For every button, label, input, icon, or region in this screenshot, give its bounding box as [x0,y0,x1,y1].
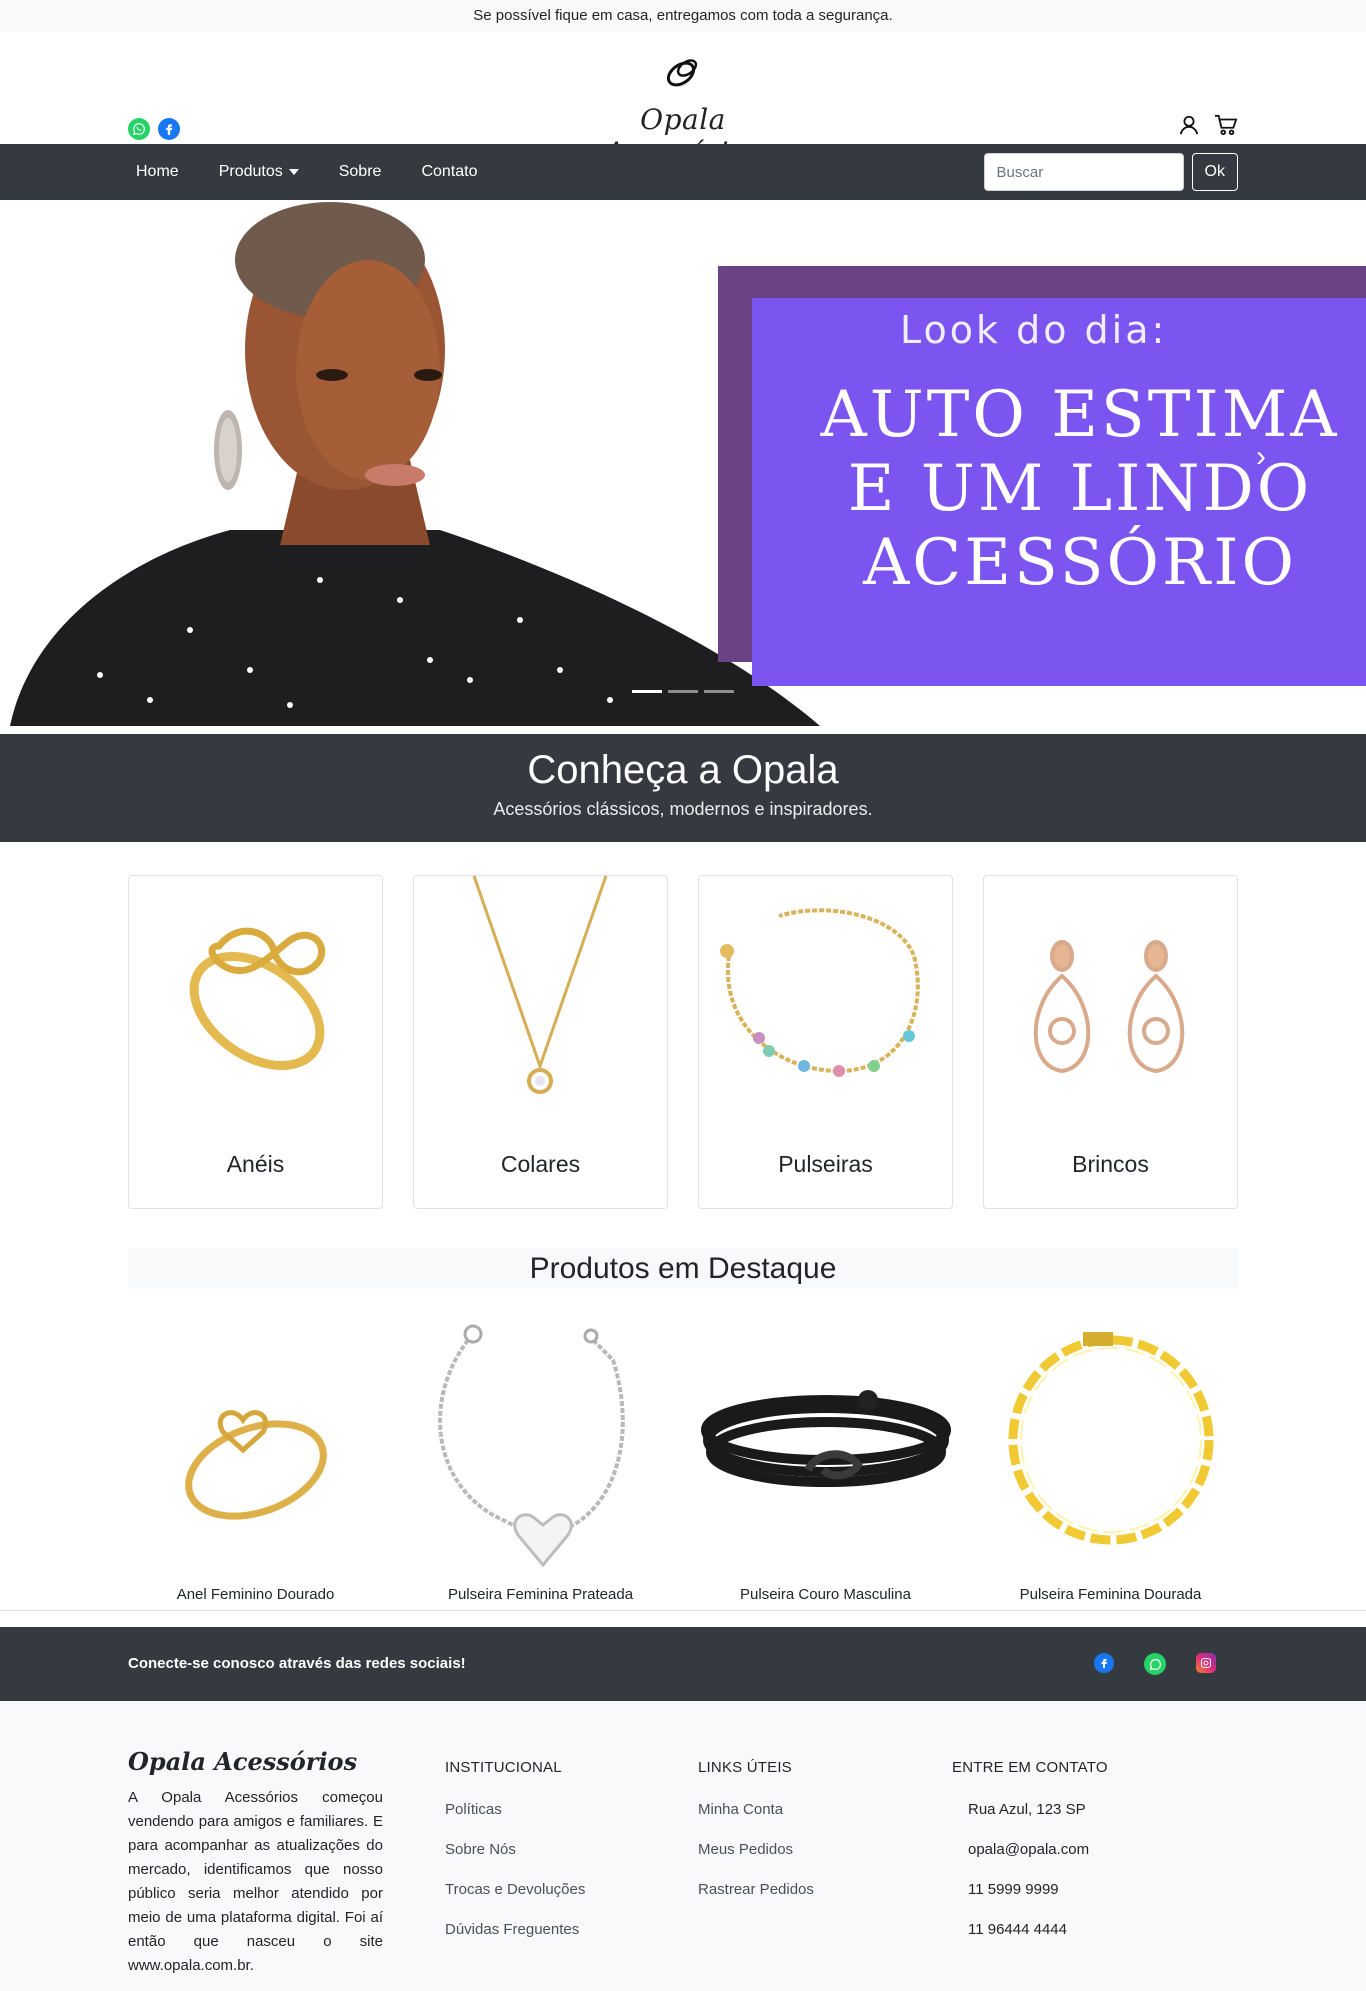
gold-ring-image [185,1410,327,1520]
promo-headline-line: AUTO ESTIMA [820,378,1340,452]
search-button[interactable]: Ok [1191,153,1238,191]
search-input[interactable] [983,153,1184,191]
announcement-text: Se possível fique em casa, entregamos co… [473,7,893,24]
category-label: Colares [500,1151,581,1177]
cart-icon[interactable] [1214,114,1238,141]
footer-brand: Opala Acessórios A Opala Acessórios come… [128,1747,383,1978]
featured-title: Produtos em Destaque [128,1249,1238,1289]
earrings-product-image [1033,940,1185,1074]
silver-bracelet-image [438,1324,625,1568]
product-name: Anel Feminino Dourado [176,1586,335,1603]
category-label: Pulseiras [778,1151,873,1177]
footer-brand-name: Opala Acessórios [128,1747,358,1776]
footer-col-institucional: INSTITUCIONAL Políticas Sobre Nós Trocas… [445,1759,585,1950]
category-section: Anéis Colares Pulseiras Brincos [0,842,1366,1246]
carousel-indicator[interactable] [668,690,698,693]
user-icon[interactable] [1178,114,1200,141]
footer-link[interactable]: Meus Pedidos [698,1830,814,1870]
footer-col-title: INSTITUCIONAL [445,1759,562,1776]
facebook-icon[interactable] [1094,1653,1114,1673]
site-header: Opala Acessórios [0,32,1366,169]
facebook-icon[interactable] [158,118,180,140]
promo-headline: AUTO ESTIMA E UM LINDO ACESSÓRIO [800,378,1360,600]
promo-headline-line: E UM LINDO [847,452,1313,526]
nav-contato-label: Contato [421,163,478,180]
search-form: Ok [983,153,1238,191]
whatsapp-icon[interactable] [128,118,150,140]
nav-sobre[interactable]: Sobre [339,163,382,181]
social-bar-icons [1094,1653,1216,1675]
footer-col-title: ENTRE EM CONTATO [952,1759,1108,1776]
contact-email[interactable]: opala@opala.com [952,1830,1108,1870]
nav-home[interactable]: Home [136,163,179,181]
nav-sobre-label: Sobre [338,163,382,180]
footer-col-links-uteis: LINKS ÚTEIS Minha Conta Meus Pedidos Ras… [698,1759,814,1910]
nav-links: Home Produtos Sobre Contato [136,144,477,200]
intro-title: Conheça a Opala [527,748,839,792]
product-name: Pulseira Feminina Dourada [1019,1586,1202,1603]
intro-banner: Conheça a Opala Acessórios clássicos, mo… [0,734,1366,842]
contact-address: Rua Azul, 123 SP [968,1801,1086,1818]
category-card-colares[interactable]: Colares [413,875,668,1209]
gold-chain-bracelet-image [1008,1332,1214,1545]
product-name: Pulseira Feminina Prateada [447,1586,634,1603]
footer-link[interactable]: Dúvidas Freguentes [445,1910,585,1950]
promo-look-text: Look do dia: [900,308,1168,352]
footer-col-title: LINKS ÚTEIS [698,1759,792,1776]
product-card[interactable]: Anel Feminino Dourado [128,1320,383,1603]
hero-carousel: Look do dia: AUTO ESTIMA E UM LINDO ACES… [0,200,1366,726]
footer-link[interactable]: Sobre Nós [445,1830,585,1870]
nav-contato[interactable]: Contato [421,163,477,181]
header-social-links [128,118,180,140]
nav-home-label: Home [136,163,179,180]
main-navbar: Home Produtos Sobre Contato Ok [0,144,1366,200]
ring-product-image [189,927,326,1071]
leather-bracelet-image [701,1390,951,1487]
footer-link[interactable]: Rastrear Pedidos [698,1870,814,1910]
announcement-bar: Se possível fique em casa, entregamos co… [0,0,1366,32]
nav-produtos-label: Produtos [218,163,283,180]
carousel-indicator[interactable] [632,690,662,693]
product-card[interactable]: Pulseira Feminina Dourada [983,1320,1238,1603]
promo-headline-line: ACESSÓRIO [863,526,1297,600]
contact-mobile[interactable]: 11 96444 4444 [952,1910,1108,1950]
social-bar-text: Conecte-se conosco através das redes soc… [128,1655,466,1672]
intro-subtitle: Acessórios clássicos, modernos e inspira… [493,799,873,819]
footer-link[interactable]: Políticas [445,1790,585,1830]
ring-logo-icon [666,59,698,87]
category-card-brincos[interactable]: Brincos [983,875,1238,1209]
necklace-product-image [472,875,608,1094]
footer-col-contato: ENTRE EM CONTATO Rua Azul, 123 SP opala@… [952,1759,1108,1950]
contact-phone[interactable]: 11 5999 9999 [952,1870,1108,1910]
product-card[interactable]: Pulseira Couro Masculina [698,1320,953,1603]
social-bar: Conecte-se conosco através das redes soc… [0,1627,1366,1701]
section-divider [0,1610,1366,1611]
header-actions [1178,114,1238,141]
instagram-icon[interactable] [1196,1653,1216,1673]
nav-produtos-dropdown[interactable]: Produtos [219,163,299,181]
caret-down-icon [288,169,299,175]
carousel-indicator[interactable] [704,690,734,693]
product-card[interactable]: Pulseira Feminina Prateada [413,1320,668,1603]
product-name: Pulseira Couro Masculina [740,1586,911,1603]
site-footer: Opala Acessórios A Opala Acessórios come… [0,1701,1366,1991]
footer-link[interactable]: Trocas e Devoluções [445,1870,585,1910]
footer-link[interactable]: Minha Conta [698,1790,814,1830]
category-label: Anéis [226,1151,285,1177]
carousel-next-icon[interactable]: › [1256,440,1266,474]
whatsapp-icon[interactable] [1144,1653,1166,1675]
footer-about-text: A Opala Acessórios começou vendendo para… [128,1789,383,1974]
carousel-indicators [632,690,734,693]
category-card-pulseiras[interactable]: Pulseiras [698,875,953,1209]
bracelet-product-image [720,908,920,1077]
category-card-aneis[interactable]: Anéis [128,875,383,1209]
category-label: Brincos [1072,1151,1149,1177]
model-photo [10,202,820,726]
